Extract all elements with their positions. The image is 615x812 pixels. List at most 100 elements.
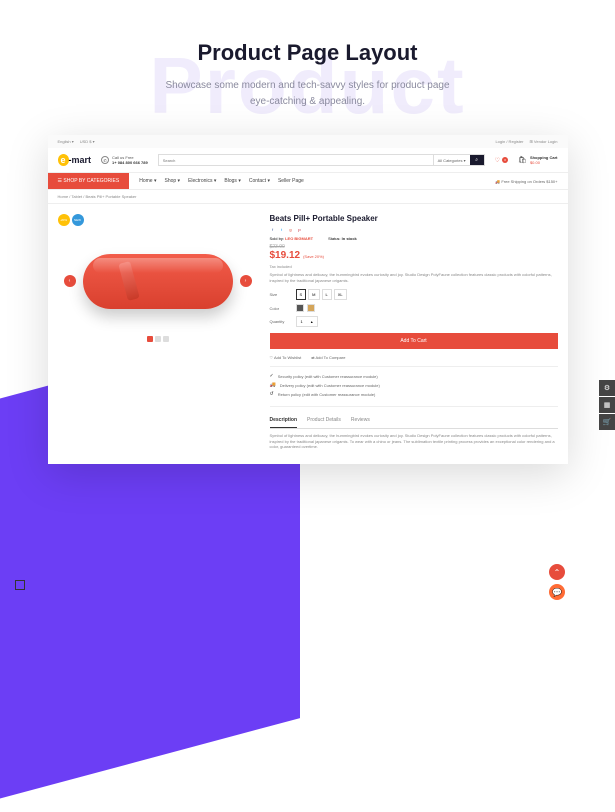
facebook-icon[interactable]: f: [270, 226, 276, 232]
nav-contact[interactable]: Contact ▾: [249, 178, 270, 184]
search-input[interactable]: [159, 155, 433, 165]
search-button[interactable]: ⌕: [470, 155, 484, 165]
login-link[interactable]: Login / Register: [495, 139, 523, 144]
status-label: Status:: [328, 236, 340, 241]
size-l[interactable]: L: [322, 289, 332, 300]
add-compare-button[interactable]: ⇄ Add To Compare: [311, 355, 345, 360]
price: $19.12: [270, 250, 301, 261]
size-label: Size: [270, 292, 290, 297]
page-subtitle-2: eye-catching & appealing.: [20, 94, 595, 110]
nav-shop[interactable]: Shop ▾: [164, 178, 180, 184]
gallery-thumbnails: [58, 336, 258, 342]
return-policy: Return policy (edit with Customer reassu…: [278, 392, 376, 397]
nav-home[interactable]: Home ▾: [139, 178, 156, 184]
qty-up-icon[interactable]: ▴: [307, 317, 317, 326]
nav-electronics[interactable]: Electronics ▾: [188, 178, 216, 184]
color-tan[interactable]: [307, 304, 315, 312]
shop-categories-button[interactable]: ☰ SHOP BY CATEGORIES: [48, 173, 130, 189]
side-toolbar: ⚙ ▦ 🛒: [599, 380, 615, 431]
search-bar: All Categories ▾ ⌕: [158, 154, 485, 166]
add-to-cart-button[interactable]: Add To Cart: [270, 333, 558, 349]
product-image[interactable]: ‹ ›: [68, 236, 248, 326]
thumb-1[interactable]: [147, 336, 153, 342]
twitter-icon[interactable]: t: [279, 226, 285, 232]
search-category-dropdown[interactable]: All Categories ▾: [433, 155, 470, 165]
sale-badge: -20%: [58, 214, 70, 226]
short-description: Symbol of lightness and delicacy, the hu…: [270, 272, 558, 283]
currency-selector[interactable]: USD $ ▾: [80, 139, 95, 144]
size-xl[interactable]: XL: [334, 289, 347, 300]
hero-section: Product Page Layout Showcase some modern…: [0, 0, 615, 135]
header: e-mart ✆ Call us Free 1+ 084 800 666 789…: [48, 148, 568, 172]
floating-actions: ⌃ 💬: [549, 564, 565, 600]
main-nav: ☰ SHOP BY CATEGORIES Home ▾ Shop ▾ Elect…: [48, 172, 568, 190]
pinterest-icon[interactable]: p: [297, 226, 303, 232]
security-icon: ✓: [270, 373, 274, 379]
logo-mart: mart: [72, 155, 92, 165]
page-title: Product Page Layout: [20, 40, 595, 66]
page-subtitle-1: Showcase some modern and tech-savvy styl…: [20, 78, 595, 94]
size-s[interactable]: S: [296, 289, 307, 300]
scroll-top-button[interactable]: ⌃: [549, 564, 565, 580]
product-tabs: Description Product Details Reviews: [270, 413, 558, 429]
sold-by-label: Sold by:: [270, 236, 284, 241]
new-badge: NEW: [72, 214, 84, 226]
wishlist-link[interactable]: ♡ 0: [495, 157, 508, 164]
language-selector[interactable]: English ▾: [58, 139, 74, 144]
tool-cart-icon[interactable]: 🛒: [599, 414, 615, 430]
logo[interactable]: e-mart: [58, 155, 92, 165]
thumb-2[interactable]: [155, 336, 161, 342]
product-gallery: -20% NEW ‹ ›: [58, 214, 258, 454]
color-dark[interactable]: [296, 304, 304, 312]
google-icon[interactable]: g: [288, 226, 294, 232]
delivery-icon: 🚚: [270, 382, 276, 388]
tax-notice: Tax included: [270, 264, 558, 269]
tab-details[interactable]: Product Details: [307, 413, 341, 428]
qty-value: 1: [297, 317, 307, 326]
qty-label: Quantity: [270, 319, 290, 324]
wishlist-count: 0: [502, 157, 508, 163]
pill-speaker-icon: [83, 254, 233, 309]
thumb-3[interactable]: [163, 336, 169, 342]
product-title: Beats Pill+ Portable Speaker: [270, 214, 558, 223]
cart-value: $0.00: [530, 160, 558, 165]
free-shipping-notice: 🚚 Free Shipping on Orders $150+: [485, 179, 567, 184]
quantity-stepper[interactable]: 1 ▴: [296, 316, 318, 327]
tool-layout-icon[interactable]: ▦: [599, 397, 615, 413]
chat-button[interactable]: 💬: [549, 584, 565, 600]
gallery-next-button[interactable]: ›: [240, 275, 252, 287]
product-section: -20% NEW ‹ › Beats Pill+ Portable Speake…: [48, 204, 568, 464]
logo-e: e: [58, 154, 69, 166]
product-page-mockup: English ▾ USD $ ▾ Login / Register ⊞ Ven…: [48, 135, 568, 464]
tab-content: Symbol of lightness and delicacy, the hu…: [270, 429, 558, 454]
topbar: English ▾ USD $ ▾ Login / Register ⊞ Ven…: [48, 135, 568, 148]
policies: ✓ Security policy (edit with Customer rea…: [270, 367, 558, 407]
corner-square-icon: [15, 580, 25, 590]
delivery-policy: Delivery policy (edit with Customer reas…: [280, 383, 380, 388]
call-number: 1+ 084 800 666 789: [112, 160, 148, 165]
security-policy: Security policy (edit with Customer reas…: [278, 374, 378, 379]
social-share: f t g p: [270, 226, 558, 232]
tab-description[interactable]: Description: [270, 413, 298, 428]
save-percent: (Save 20%): [303, 254, 324, 259]
return-icon: ↺: [270, 391, 274, 397]
nav-blogs[interactable]: Blogs ▾: [224, 178, 240, 184]
status-value: In stock: [342, 236, 357, 241]
nav-items: Home ▾ Shop ▾ Electronics ▾ Blogs ▾ Cont…: [129, 178, 314, 184]
heart-icon: ♡: [495, 157, 500, 164]
cart-link[interactable]: 🛍 Shopping Cart $0.00: [518, 155, 557, 165]
sold-by-value[interactable]: LEO BIGMART: [285, 236, 313, 241]
add-wishlist-button[interactable]: ♡ Add To Wishlist: [270, 355, 302, 360]
tool-settings-icon[interactable]: ⚙: [599, 380, 615, 396]
nav-seller[interactable]: Seller Page: [278, 178, 304, 184]
vendor-login-link[interactable]: ⊞ Vendor Login: [529, 139, 557, 144]
call-us: ✆ Call us Free 1+ 084 800 666 789: [101, 155, 148, 165]
cart-icon: 🛍: [518, 156, 527, 164]
size-m[interactable]: M: [308, 289, 319, 300]
product-details: Beats Pill+ Portable Speaker f t g p Sol…: [270, 214, 558, 454]
color-label: Color: [270, 306, 290, 311]
breadcrumb[interactable]: Home / Tablet / Beats Pill+ Portable Spe…: [48, 190, 568, 204]
phone-icon: ✆: [101, 156, 109, 164]
gallery-prev-button[interactable]: ‹: [64, 275, 76, 287]
tab-reviews[interactable]: Reviews: [351, 413, 370, 428]
